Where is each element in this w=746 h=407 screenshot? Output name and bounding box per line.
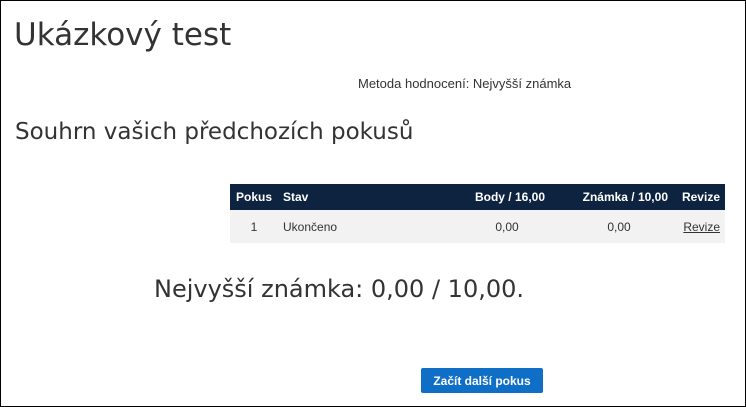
- attempt-grade-cell: 0,00: [550, 210, 673, 243]
- column-header-attempt: Pokus: [230, 184, 278, 210]
- attempt-state-cell: Ukončeno: [278, 210, 447, 243]
- table-header-row: Pokus Stav Body / 16,00 Známka / 10,00 R…: [230, 184, 725, 210]
- grading-method-text: Metoda hodnocení: Nejvyšší známka: [358, 76, 572, 91]
- column-header-grade: Známka / 10,00: [550, 184, 673, 210]
- page-title: Ukázkový test: [14, 17, 232, 53]
- review-link[interactable]: Revize: [683, 220, 720, 234]
- attempts-summary-heading: Souhrn vašich předchozích pokusů: [15, 119, 414, 145]
- column-header-state: Stav: [278, 184, 447, 210]
- highest-grade-result: Nejvyšší známka: 0,00 / 10,00.: [154, 275, 525, 303]
- start-new-attempt-button[interactable]: Začít další pokus: [421, 368, 543, 393]
- column-header-review: Revize: [673, 184, 725, 210]
- attempts-table: Pokus Stav Body / 16,00 Známka / 10,00 R…: [230, 184, 725, 243]
- attempt-marks-cell: 0,00: [447, 210, 550, 243]
- attempt-number-cell: 1: [230, 210, 278, 243]
- table-row: 1 Ukončeno 0,00 0,00 Revize: [230, 210, 725, 243]
- attempt-review-cell: Revize: [673, 210, 725, 243]
- column-header-marks: Body / 16,00: [447, 184, 550, 210]
- quiz-page: Ukázkový test Metoda hodnocení: Nejvyšší…: [0, 0, 746, 407]
